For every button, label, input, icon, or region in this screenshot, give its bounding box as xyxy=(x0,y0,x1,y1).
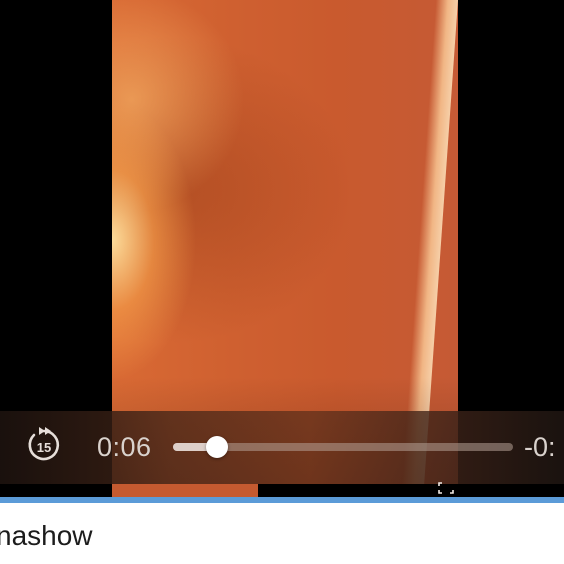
progress-scrubber[interactable] xyxy=(173,436,513,458)
post-title[interactable]: nashow xyxy=(0,519,93,553)
skip-seconds-label: 15 xyxy=(37,440,51,455)
elapsed-time: 0:06 xyxy=(97,432,152,462)
rewind-15-icon: 15 xyxy=(28,427,60,461)
fullscreen-corners-icon xyxy=(438,482,454,494)
remaining-time: -0: xyxy=(524,432,556,462)
video-bottom-edge xyxy=(0,484,564,497)
video-frame-edge xyxy=(112,484,258,497)
screen: 15 0:06 -0: nashow xyxy=(0,0,564,564)
post-title-bar: nashow xyxy=(0,503,564,564)
fullscreen-icon[interactable] xyxy=(438,481,454,494)
skip-back-button[interactable]: 15 xyxy=(24,425,64,465)
scrubber-thumb[interactable] xyxy=(206,436,229,458)
